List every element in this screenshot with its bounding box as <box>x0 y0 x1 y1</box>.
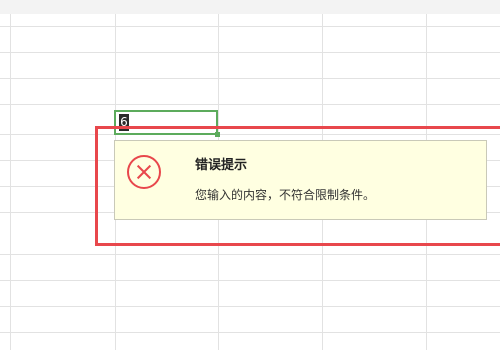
column-divider <box>10 14 11 350</box>
row-divider <box>0 78 500 79</box>
highlight-annotation-box <box>95 126 500 246</box>
row-divider <box>0 26 500 27</box>
row-divider <box>0 280 500 281</box>
row-divider <box>0 332 500 333</box>
toolbar-edge <box>0 0 500 14</box>
row-divider <box>0 254 500 255</box>
row-divider <box>0 306 500 307</box>
row-divider <box>0 52 500 53</box>
row-divider <box>0 104 500 105</box>
